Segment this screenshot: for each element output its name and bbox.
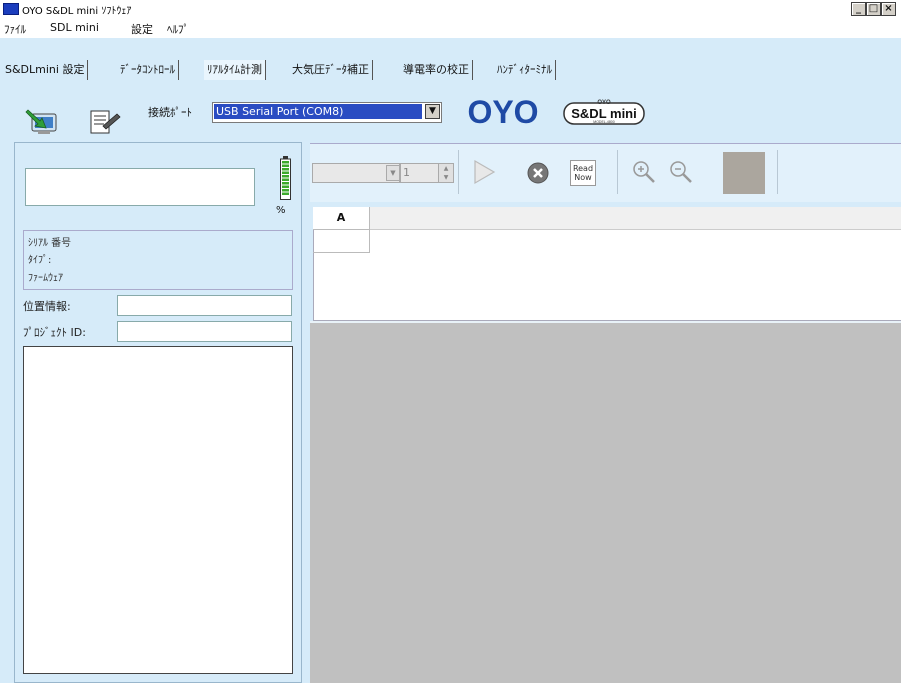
grid-header <box>313 207 901 230</box>
battery-percent-label: % <box>276 205 286 216</box>
toolbar-separator <box>458 150 459 194</box>
grid-cell[interactable] <box>313 230 370 253</box>
edit-document-icon[interactable] <box>87 108 123 136</box>
port-label: 接続ﾎﾟｰﾄ <box>148 106 192 119</box>
device-info-box: ｼﾘｱﾙ 番号 ﾀｲﾌﾟ: ﾌｧｰﾑｳｪｱ <box>23 230 293 290</box>
app-icon <box>3 3 19 15</box>
memo-area[interactable] <box>23 346 293 674</box>
spinner-arrows-icon[interactable]: ▲ ▼ <box>438 163 454 183</box>
menu-settings[interactable]: 設定 <box>131 21 153 37</box>
toolbar-separator <box>777 150 778 194</box>
svg-text:MODEL-4800: MODEL-4800 <box>593 120 614 124</box>
battery-icon <box>280 156 291 200</box>
toolbar-separator <box>617 150 618 194</box>
svg-text:OYO: OYO <box>467 96 538 128</box>
stop-icon[interactable] <box>527 162 549 184</box>
project-id-field[interactable] <box>117 321 292 342</box>
tab-handy-terminal[interactable]: ﾊﾝﾃﾞｨﾀｰﾐﾅﾙ <box>494 60 556 80</box>
firmware-label: ﾌｧｰﾑｳｪｱ <box>28 273 63 284</box>
type-label: ﾀｲﾌﾟ: <box>28 255 52 266</box>
menu-sdl-mini[interactable]: SDL mini <box>50 21 99 34</box>
connect-icon[interactable] <box>24 108 60 136</box>
minimize-button[interactable]: _ <box>851 2 866 16</box>
sdl-mini-logo: OYO S&DL mini MODEL-4800 <box>563 100 645 125</box>
zoom-out-icon[interactable] <box>668 159 694 185</box>
project-id-label: ﾌﾟﾛｼﾞｪｸﾄ ID: <box>23 326 86 339</box>
tab-data-control[interactable]: ﾃﾞｰﾀｺﾝﾄﾛｰﾙ <box>117 60 179 80</box>
color-swatch-button[interactable] <box>723 152 765 194</box>
chevron-down-icon[interactable]: ▼ <box>386 165 400 181</box>
svg-text:S&DL mini: S&DL mini <box>571 106 637 121</box>
window-title: OYO S&DL mini ｿﾌﾄｳｪｱ <box>22 6 132 17</box>
tab-pressure-correction[interactable]: 大気圧ﾃﾞｰﾀ補正 <box>289 60 373 80</box>
toolbar <box>0 84 901 134</box>
play-icon[interactable] <box>472 159 496 185</box>
serial-number-label: ｼﾘｱﾙ 番号 <box>28 238 72 249</box>
port-select[interactable]: USB Serial Port (COM8) ▼ <box>212 102 442 123</box>
tab-conductivity-calibration[interactable]: 導電率の校正 <box>400 60 473 80</box>
tab-realtime-measurement[interactable]: ﾘｱﾙﾀｲﾑ計測 <box>204 60 266 80</box>
tab-sdlmini-settings[interactable]: S&DLmini 設定 <box>2 60 89 80</box>
zoom-in-icon[interactable] <box>631 159 657 185</box>
oyo-logo: OYO <box>467 96 538 128</box>
grid-column-header[interactable]: A <box>313 207 370 230</box>
chevron-down-icon[interactable]: ▼ <box>425 104 440 119</box>
title-bar: OYO S&DL mini ｿﾌﾄｳｪｱ _ □ × <box>0 0 901 18</box>
chart-area[interactable] <box>310 321 901 683</box>
maximize-button[interactable]: □ <box>866 2 881 16</box>
location-field[interactable] <box>117 295 292 316</box>
close-button[interactable]: × <box>881 2 896 16</box>
port-select-value: USB Serial Port (COM8) <box>214 104 422 119</box>
location-label: 位置情報: <box>23 300 71 313</box>
menu-file[interactable]: ﾌｧｲﾙ <box>4 21 26 37</box>
device-name-field[interactable] <box>25 168 255 206</box>
menu-help[interactable]: ﾍﾙﾌﾟ <box>167 21 189 37</box>
menu-bar: ﾌｧｲﾙ SDL mini 設定 ﾍﾙﾌﾟ <box>0 18 901 38</box>
read-now-button[interactable]: Read Now <box>570 160 596 186</box>
